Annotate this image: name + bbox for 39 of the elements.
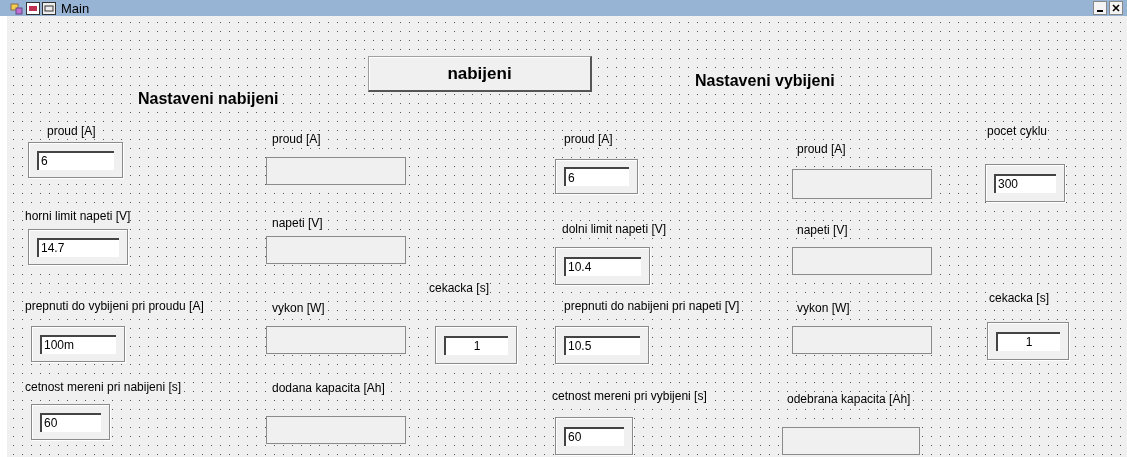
numeric-control[interactable]: 300 xyxy=(985,164,1065,202)
control-label: napeti [V] xyxy=(272,216,323,230)
app-icon xyxy=(10,1,24,15)
numeric-control[interactable]: 6 xyxy=(555,159,638,194)
control-label: dodana kapacita [Ah] xyxy=(272,381,385,395)
numeric-control[interactable]: 14.7 xyxy=(28,229,128,265)
section-heading: Nastaveni nabijeni xyxy=(138,90,279,108)
close-button[interactable] xyxy=(1109,1,1123,15)
numeric-control[interactable]: 60 xyxy=(31,404,110,440)
window-title: Main xyxy=(61,0,91,16)
numeric-control[interactable]: 6 xyxy=(28,142,123,178)
control-label: dolni limit napeti [V] xyxy=(562,222,667,236)
control-label: pocet cyklu xyxy=(987,124,1048,138)
numeric-control[interactable]: 1 xyxy=(435,326,517,364)
control-label: cetnost mereni pri vybijeni [s] xyxy=(552,389,707,403)
control-label: cekacka [s] xyxy=(989,291,1050,305)
control-label: proud [A] xyxy=(47,124,96,138)
control-label: vykon [W] xyxy=(797,301,850,315)
control-label: prepnuti do vybijeni pri proudu [A] xyxy=(25,299,204,313)
numeric-control[interactable]: 10.4 xyxy=(555,247,650,285)
control-label: napeti [V] xyxy=(797,223,848,237)
charge-button[interactable]: nabijeni xyxy=(368,56,592,92)
numeric-control[interactable]: 60 xyxy=(555,417,633,455)
control-label: horni limit napeti [V] xyxy=(25,209,131,223)
control-label: prepnuti do nabijeni pri napeti [V] xyxy=(564,299,740,313)
minimize-button[interactable] xyxy=(1093,1,1107,15)
control-label: cekacka [s] xyxy=(429,281,490,295)
control-label: proud [A] xyxy=(272,132,321,146)
control-label: proud [A] xyxy=(797,142,846,156)
panel-icon xyxy=(26,1,40,15)
close-icon xyxy=(1112,4,1120,12)
numeric-control[interactable]: 100m xyxy=(31,326,125,362)
control-label: proud [A] xyxy=(564,132,613,146)
numeric-control[interactable]: 1 xyxy=(987,322,1069,360)
control-label: odebrana kapacita [Ah] xyxy=(787,392,911,406)
control-label: vykon [W] xyxy=(272,301,325,315)
control-label: cetnost mereni pri nabijeni [s] xyxy=(25,380,182,394)
section-heading: Nastaveni vybijeni xyxy=(695,72,835,90)
numeric-control[interactable]: 10.5 xyxy=(555,326,649,364)
